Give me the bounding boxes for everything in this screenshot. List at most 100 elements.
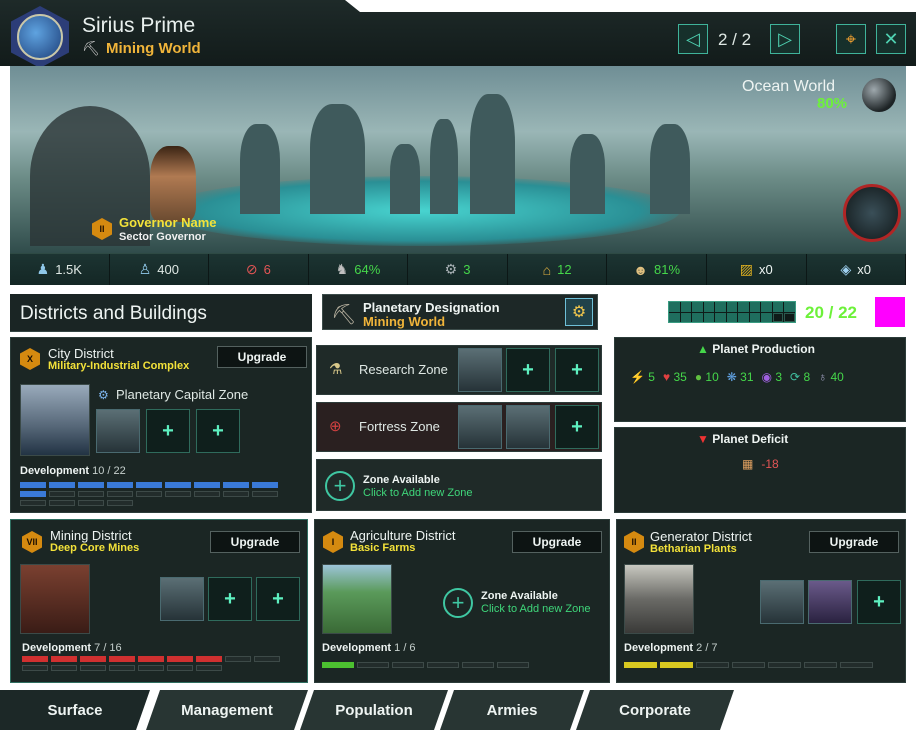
governor-name[interactable]: Governor Name [119, 215, 217, 230]
tab-management[interactable]: Management [146, 690, 308, 730]
research-add-slot-2[interactable]: + [555, 348, 599, 392]
production-item[interactable]: ◉ 3 [762, 370, 783, 384]
trade-icon: ⟳ [790, 370, 801, 384]
gen-upgrade-button[interactable]: Upgrade [809, 531, 899, 553]
prev-planet-button[interactable]: ◁ [678, 24, 708, 54]
designation-value: Mining World [363, 314, 446, 329]
development-segment [49, 491, 75, 497]
capacity-cell [669, 302, 680, 312]
agri-dev-bar [322, 662, 529, 668]
designation-gear-button[interactable]: ⚙ [565, 298, 593, 326]
development-segment [196, 656, 222, 662]
zone-available-sub: Click to Add new Zone [363, 487, 473, 499]
pop-icon: ♟ [36, 261, 50, 277]
resource-amenities[interactable]: ⚙ 3 [408, 254, 508, 285]
research-building-slot[interactable] [458, 348, 502, 392]
development-segment [107, 500, 133, 506]
mining-add-slot-1[interactable]: + [208, 577, 252, 621]
city-add-building-slot-2[interactable]: + [196, 409, 240, 453]
production-list: ⚡ 5 ♥ 35 ● 10 ❋ 31 ◉ 3 ⟳ 8 ♁ 40 [630, 370, 844, 384]
production-item[interactable]: ❋ 31 [727, 370, 754, 384]
development-segment [223, 491, 249, 497]
development-segment [768, 662, 801, 668]
resource-stability[interactable]: ♞ 64% [308, 254, 409, 285]
capacity-cell [692, 312, 703, 322]
capital-building-slot[interactable] [96, 409, 140, 453]
mining-building-slot[interactable] [160, 577, 204, 621]
capacity-cell [726, 312, 738, 322]
production-item[interactable]: ● 10 [695, 370, 719, 384]
triangle-down-icon: ▼ [697, 432, 709, 446]
capacity-cell [738, 312, 749, 322]
production-item[interactable]: ♥ 35 [663, 370, 687, 384]
gen-building-slot-2[interactable] [808, 580, 852, 624]
tab-surface[interactable]: Surface [0, 690, 150, 730]
agri-add-zone-icon[interactable]: + [443, 588, 473, 618]
development-segment [223, 482, 249, 488]
city-dev-label: Development 10 / 22 [20, 465, 126, 477]
resource-housing[interactable]: ⌂ 12 [507, 254, 608, 285]
resource-happiness[interactable]: ☻ 81% [607, 254, 707, 285]
resource-deviancy[interactable]: ▨ x0 [706, 254, 807, 285]
tab-population[interactable]: Population [300, 690, 448, 730]
capacity-cell [669, 312, 680, 322]
tab-corporate[interactable]: Corporate [576, 690, 734, 730]
development-segment [78, 491, 104, 497]
agri-upgrade-button[interactable]: Upgrade [512, 531, 602, 553]
research-add-slot-1[interactable]: + [506, 348, 550, 392]
fortress-building-slot-2[interactable] [506, 405, 550, 449]
capacity-cell [738, 302, 749, 312]
development-segment [225, 656, 251, 662]
add-zone-slot[interactable]: + Zone Available Click to Add new Zone [316, 459, 602, 511]
development-segment [254, 656, 280, 662]
designation-label: Planetary Designation [363, 300, 500, 315]
research-zone-label: Research Zone [359, 362, 448, 377]
crosshair-icon: ⊕ [329, 418, 342, 435]
close-button[interactable]: ✕ [876, 24, 906, 54]
deficit-title: ▼ Planet Deficit [697, 432, 789, 446]
capacity-cell [715, 312, 726, 322]
fortress-building-slot-1[interactable] [458, 405, 502, 449]
camera-focus-button[interactable]: ⌖ [836, 24, 866, 54]
resource-pop[interactable]: ♟ 1.5K [10, 254, 110, 285]
fortress-add-slot[interactable]: + [555, 405, 599, 449]
portal-button[interactable] [843, 184, 901, 242]
fortress-zone-label: Fortress Zone [359, 419, 440, 434]
city-district-image [20, 384, 90, 456]
gen-building-slot-1[interactable] [760, 580, 804, 624]
development-segment [804, 662, 837, 668]
development-segment [109, 656, 135, 662]
development-segment [107, 491, 133, 497]
crime-icon: ⊘ [245, 261, 258, 277]
deficit-item[interactable]: ▦ -18 [742, 457, 779, 471]
capacity-cell [772, 312, 784, 322]
mining-upgrade-button[interactable]: Upgrade [210, 531, 300, 553]
production-item[interactable]: ♁ 40 [818, 370, 844, 384]
planet-name: Sirius Prime [82, 14, 196, 37]
gen-dev-label: Development 2 / 7 [624, 642, 718, 654]
governor-role: Sector Governor [119, 231, 206, 243]
production-item[interactable]: ⚡ 5 [630, 370, 655, 384]
development-segment [22, 656, 48, 662]
development-segment [252, 482, 278, 488]
gen-add-slot[interactable]: + [857, 580, 901, 624]
city-dev-bar [20, 482, 306, 506]
pop-growth-icon: ♙ [138, 261, 152, 277]
production-item[interactable]: ⟳ 8 [790, 370, 810, 384]
city-add-building-slot-1[interactable]: + [146, 409, 190, 453]
resource-crime[interactable]: ⊘ 6 [209, 254, 309, 285]
district-capacity-grid [668, 301, 796, 323]
capacity-cell [680, 312, 692, 322]
agri-district-image [322, 564, 392, 634]
next-planet-button[interactable]: ▷ [770, 24, 800, 54]
city-upgrade-button[interactable]: Upgrade [217, 346, 307, 368]
agri-zone-available-sub[interactable]: Click to Add new Zone [481, 603, 590, 615]
pickaxe-icon: ⛏ [82, 40, 100, 56]
resource-energy-node[interactable]: ◈ x0 [806, 254, 907, 285]
governor-portrait[interactable] [150, 146, 196, 222]
mining-add-slot-2[interactable]: + [256, 577, 300, 621]
resource-pop-growth[interactable]: ♙ 400 [109, 254, 210, 285]
color-swatch[interactable] [875, 297, 905, 327]
tab-armies[interactable]: Armies [440, 690, 584, 730]
happiness-icon: ☻ [633, 261, 648, 278]
